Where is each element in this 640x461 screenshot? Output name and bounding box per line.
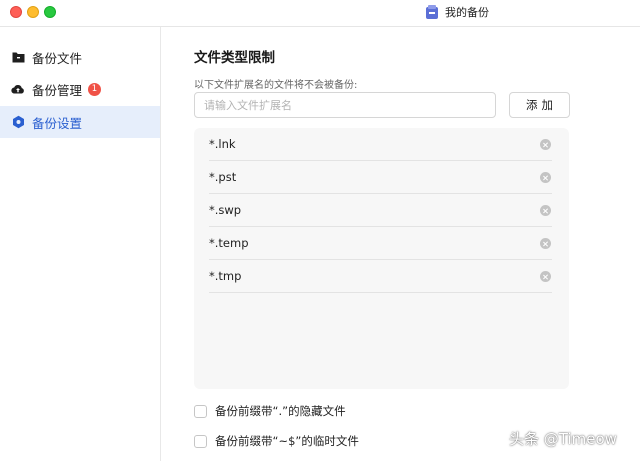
hidden-files-label: 备份前缀带“.”的隐藏文件 [215,404,346,418]
cloud-upload-icon [11,82,25,96]
sidebar-item-backup-settings[interactable]: 备份设置 [0,106,160,138]
exclusion-hint: 以下文件扩展名的文件将不会被备份: [194,80,358,91]
sidebar-item-backup-management[interactable]: 备份管理 1 [0,73,160,105]
remove-icon[interactable] [540,205,551,216]
extension-label: *.tmp [209,269,242,283]
sidebar-item-label: 备份文件 [32,50,83,66]
close-window-button[interactable] [10,6,22,18]
minimize-window-button[interactable] [27,6,39,18]
remove-icon[interactable] [540,172,551,183]
watermark: 头条 @Timeow [509,430,617,448]
notification-badge: 1 [88,82,102,96]
list-item: *.temp [209,227,552,260]
list-item: *.swp [209,194,552,227]
temp-files-label: 备份前缀带“~$”的临时文件 [215,434,359,448]
sidebar-item-label: 备份设置 [32,115,83,131]
sidebar: 备份文件 备份管理 1 备份设置 [0,27,161,461]
temp-files-option[interactable]: 备份前缀带“~$”的临时文件 [194,433,359,449]
window-title-group: 我的备份 [425,4,489,20]
extension-label: *.temp [209,236,249,250]
window-title: 我的备份 [445,6,489,19]
sidebar-item-label: 备份管理 [32,82,83,98]
sidebar-item-backup-files[interactable]: 备份文件 [0,41,160,73]
hidden-files-option[interactable]: 备份前缀带“.”的隐藏文件 [194,403,346,419]
list-item: *.pst [209,161,552,194]
remove-icon[interactable] [540,271,551,282]
extension-label: *.pst [209,170,237,184]
excluded-extensions-list: *.lnk *.pst *.swp *.temp *.tmp [194,128,569,389]
section-title: 文件类型限制 [194,50,275,66]
list-item: *.lnk [209,128,552,161]
remove-icon[interactable] [540,238,551,249]
extension-label: *.swp [209,203,242,217]
temp-files-checkbox[interactable] [194,434,207,448]
settings-panel: 文件类型限制 以下文件扩展名的文件将不会被备份: 添加 *.lnk *.pst … [161,27,640,461]
extension-label: *.lnk [209,137,236,151]
folder-icon [11,50,25,64]
settings-hex-icon [11,115,25,129]
hidden-files-checkbox[interactable] [194,404,207,418]
extension-input[interactable] [194,92,496,118]
backup-app-icon [425,4,439,20]
title-bar: 我的备份 [0,0,640,27]
maximize-window-button[interactable] [44,6,56,18]
app-window: 我的备份 备份文件 备份管理 1 备份设置 文件类型限制 以下文件扩展名的文件将… [0,0,640,461]
remove-icon[interactable] [540,139,551,150]
list-item: *.tmp [209,260,552,293]
add-extension-button[interactable]: 添加 [509,92,570,118]
